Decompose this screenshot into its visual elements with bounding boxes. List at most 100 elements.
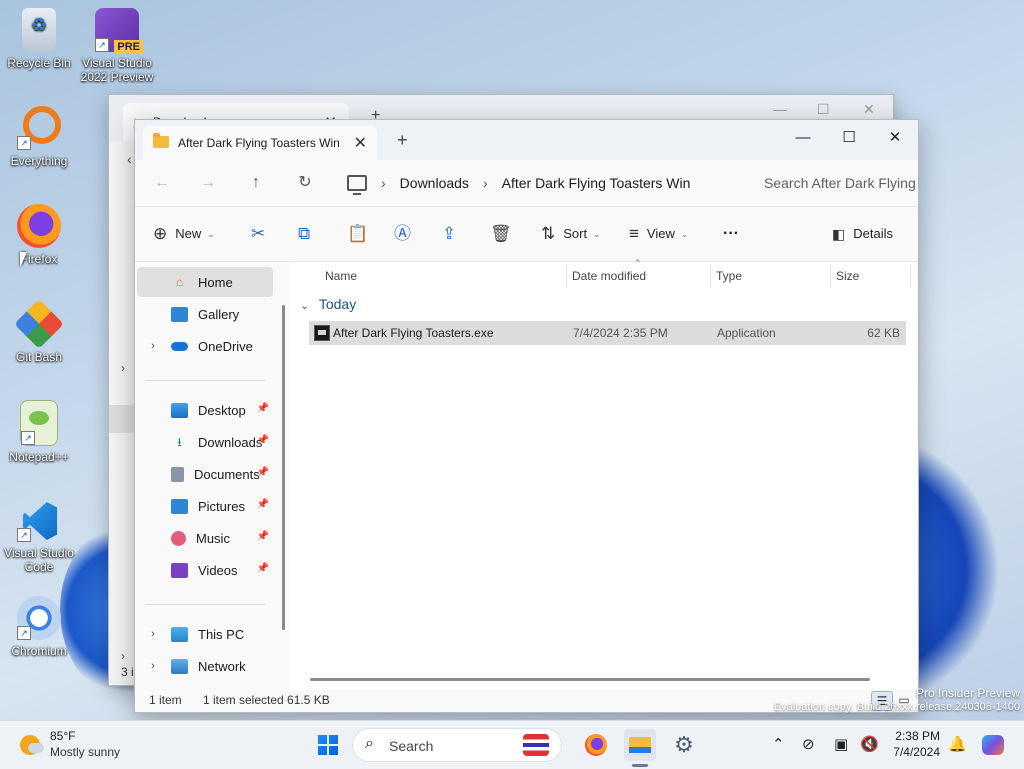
- desktop-icon-label: Firefox: [20, 252, 58, 266]
- nav-item-this-pc[interactable]: › This PC: [137, 619, 273, 649]
- chevron-right-icon[interactable]: ›: [145, 340, 161, 352]
- volume-muted-icon[interactable]: 🔇: [860, 735, 879, 753]
- chevron-right-icon[interactable]: ›: [381, 175, 386, 191]
- nav-item-onedrive[interactable]: › OneDrive: [137, 331, 273, 361]
- column-divider[interactable]: [710, 264, 711, 288]
- desktop-icon-notepadpp[interactable]: ↗ Notepad++: [2, 400, 76, 464]
- file-explorer-window[interactable]: After Dark Flying Toasters Win ✕ + — ☐ ✕…: [134, 119, 919, 713]
- back-arrow-icon[interactable]: ‹: [127, 151, 132, 167]
- desktop-icon-chromium[interactable]: ↗ Chromium: [2, 596, 76, 658]
- chevron-right-icon[interactable]: ›: [145, 628, 161, 640]
- minimize-button[interactable]: —: [773, 101, 787, 117]
- tab-active[interactable]: After Dark Flying Toasters Win ✕: [143, 126, 377, 160]
- column-divider[interactable]: [566, 264, 567, 288]
- chevron-right-icon[interactable]: ›: [121, 361, 125, 375]
- back-button[interactable]: ←: [147, 168, 177, 198]
- share-button[interactable]: ⇪: [442, 221, 456, 247]
- nav-item-desktop[interactable]: Desktop 📌: [137, 395, 273, 425]
- column-header-name[interactable]: Name: [325, 262, 357, 290]
- up-button[interactable]: ↑: [241, 168, 271, 198]
- display-icon[interactable]: ▣: [834, 735, 848, 753]
- nav-item-home[interactable]: ⌂ Home: [137, 267, 273, 297]
- new-tab-button[interactable]: +: [397, 130, 408, 151]
- address-bar: ← → ↑ ↻ › Downloads › After Dark Flying …: [135, 160, 918, 207]
- forward-button[interactable]: →: [193, 168, 223, 198]
- copy-button[interactable]: ⧉: [298, 221, 310, 247]
- breadcrumb-item[interactable]: After Dark Flying Toasters Win: [502, 175, 691, 191]
- chevron-right-icon[interactable]: ›: [121, 649, 125, 663]
- start-button[interactable]: [312, 729, 344, 761]
- delete-button[interactable]: 🗑: [490, 221, 512, 247]
- column-header-type[interactable]: Type: [716, 262, 742, 290]
- group-header-today[interactable]: ⌄ Today: [300, 296, 356, 312]
- column-divider[interactable]: [910, 264, 911, 288]
- scissors-icon: ✂: [251, 224, 266, 243]
- nav-scrollbar[interactable]: [282, 305, 285, 630]
- chevron-down-icon: ⌄: [207, 229, 215, 239]
- horizontal-scrollbar[interactable]: [310, 678, 870, 681]
- column-divider[interactable]: [830, 264, 831, 288]
- pin-icon[interactable]: 📌: [257, 435, 269, 446]
- notification-bell-icon[interactable]: 🔔: [948, 735, 967, 753]
- desktop-icon-vs-preview[interactable]: PRE ↗ Visual Studio 2022 Preview: [80, 8, 154, 84]
- maximize-button[interactable]: ☐: [827, 124, 871, 152]
- nav-item-gallery[interactable]: Gallery: [137, 299, 273, 329]
- pin-icon[interactable]: 📌: [257, 403, 269, 414]
- copilot-button[interactable]: [978, 729, 1010, 761]
- table-row[interactable]: After Dark Flying Toasters.exe 7/4/2024 …: [309, 321, 906, 345]
- pin-icon[interactable]: 📌: [257, 467, 269, 478]
- pin-icon[interactable]: 📌: [257, 531, 269, 542]
- clock[interactable]: 2:38 PM 7/4/2024: [888, 728, 940, 760]
- taskbar-firefox[interactable]: [580, 729, 612, 761]
- network-offline-icon[interactable]: ⊘: [802, 735, 815, 753]
- weather-desc: Mostly sunny: [50, 745, 121, 759]
- rename-button[interactable]: Ⓐ: [394, 221, 411, 247]
- column-header-size[interactable]: Size: [836, 262, 859, 290]
- pin-icon[interactable]: 📌: [257, 563, 269, 574]
- nav-item-documents[interactable]: Documents 📌: [137, 459, 273, 489]
- nav-item-label: Pictures: [198, 498, 245, 514]
- nav-item-music[interactable]: Music 📌: [137, 523, 273, 553]
- videos-icon: [171, 562, 188, 578]
- new-button[interactable]: ⊕ New ⌄: [153, 221, 215, 247]
- taskbar-search[interactable]: ⌕ Search: [352, 728, 562, 762]
- desktop-icon-everything[interactable]: ↗ Everything: [2, 106, 76, 168]
- desktop-icon-recycle-bin[interactable]: ♻ Recycle Bin: [2, 8, 76, 70]
- show-hidden-icons-button[interactable]: ⌃: [772, 735, 785, 753]
- command-bar: ⊕ New ⌄ ✂ ⧉ 📋 Ⓐ ⇪ 🗑 ⇅ Sort ⌄ ≡ View ⌄ ··…: [135, 207, 918, 262]
- refresh-button[interactable]: ↻: [290, 168, 320, 198]
- folder-stripe: [629, 747, 651, 753]
- nav-item-downloads[interactable]: ⭳ Downloads 📌: [137, 427, 273, 457]
- nav-item-videos[interactable]: Videos 📌: [137, 555, 273, 585]
- chevron-right-icon[interactable]: ›: [145, 660, 161, 672]
- insider-watermark: Pro Insider Preview Evaluation copy. Bui…: [774, 686, 1020, 714]
- details-pane-button[interactable]: ◧ Details: [832, 221, 893, 247]
- cut-button[interactable]: ✂: [251, 221, 265, 247]
- breadcrumb-item[interactable]: Downloads: [400, 175, 469, 191]
- nav-item-network[interactable]: › Network: [137, 651, 273, 681]
- paste-button[interactable]: 📋: [347, 221, 368, 247]
- weather-temp: 85°F: [50, 729, 76, 743]
- taskbar-settings[interactable]: ⚙: [668, 729, 700, 761]
- minimize-button[interactable]: —: [781, 124, 825, 152]
- view-button[interactable]: ≡ View ⌄: [629, 221, 688, 247]
- close-window-button[interactable]: ✕: [873, 124, 917, 152]
- nav-item-label: Downloads: [198, 434, 263, 450]
- close-tab-icon[interactable]: ✕: [354, 133, 367, 153]
- clock-time: 2:38 PM: [895, 729, 940, 743]
- nav-item-pictures[interactable]: Pictures 📌: [137, 491, 273, 521]
- taskbar-file-explorer[interactable]: [624, 729, 656, 761]
- chevron-right-icon[interactable]: ›: [483, 175, 488, 191]
- nav-item-label: Desktop: [198, 402, 246, 418]
- sort-button[interactable]: ⇅ Sort ⌄: [541, 221, 601, 247]
- desktop-icon-firefox[interactable]: Firefox: [2, 204, 76, 266]
- maximize-button[interactable]: ☐: [817, 101, 830, 118]
- desktop-icon-vscode[interactable]: ↗ Visual Studio Code: [2, 498, 76, 574]
- desktop-icon-git-bash[interactable]: Git Bash: [2, 299, 76, 364]
- title-bar: After Dark Flying Toasters Win ✕ + — ☐ ✕: [135, 120, 918, 160]
- close-window-button[interactable]: ✕: [863, 101, 875, 118]
- more-options-button[interactable]: ···: [723, 221, 739, 247]
- breadcrumb[interactable]: › Downloads › After Dark Flying Toasters…: [347, 167, 742, 199]
- search-input[interactable]: Search After Dark Flying Toasters Win: [750, 167, 918, 199]
- pin-icon[interactable]: 📌: [257, 499, 269, 510]
